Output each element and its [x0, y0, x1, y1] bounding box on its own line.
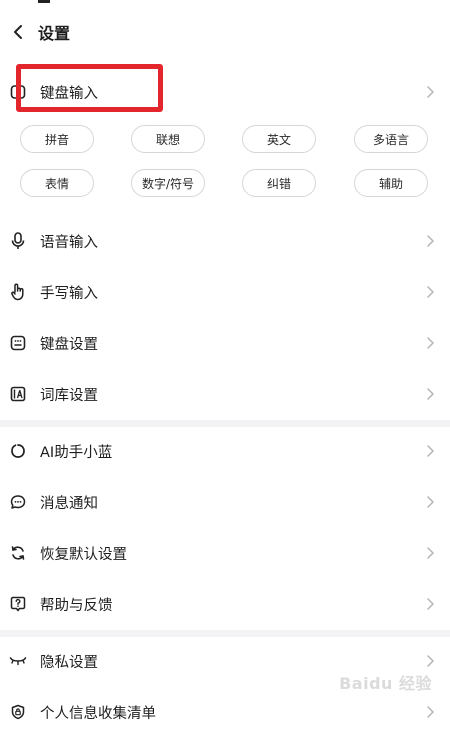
status-bar-fragment — [38, 0, 50, 3]
chevron-right-icon — [425, 286, 435, 298]
chip-pinyin[interactable]: 拼音 — [20, 125, 94, 153]
chip-association[interactable]: 联想 — [131, 125, 205, 153]
chevron-right-icon — [425, 598, 435, 610]
reset-icon — [9, 544, 27, 562]
microphone-icon — [9, 232, 27, 250]
personal-info-list-row[interactable]: 个人信息收集清单 — [0, 687, 450, 737]
header: 设置 — [0, 12, 450, 52]
chip-emoji[interactable]: 表情 — [20, 169, 94, 197]
message-icon — [9, 493, 27, 511]
personal-info-list-label: 个人信息收集清单 — [40, 705, 156, 722]
page-title: 设置 — [38, 24, 71, 43]
highlight-box — [16, 64, 163, 112]
chevron-left-icon — [12, 24, 24, 40]
voice-input-label: 语音输入 — [40, 234, 98, 251]
keyboard-settings-row[interactable]: 键盘设置 — [0, 318, 450, 368]
message-notification-row[interactable]: 消息通知 — [0, 477, 450, 527]
message-notification-label: 消息通知 — [40, 495, 98, 512]
dictionary-settings-row[interactable]: 词库设置 — [0, 369, 450, 419]
chevron-right-icon — [425, 235, 435, 247]
chip-multilanguage[interactable]: 多语言 — [354, 125, 428, 153]
help-feedback-label: 帮助与反馈 — [40, 597, 113, 614]
chevron-right-icon — [425, 547, 435, 559]
hand-pointer-icon — [9, 283, 27, 301]
chevron-right-icon — [425, 86, 435, 98]
ai-assistant-label: AI助手小蓝 — [40, 444, 113, 461]
privacy-settings-label: 隐私设置 — [40, 654, 98, 671]
chip-numbers-symbols[interactable]: 数字/符号 — [131, 169, 205, 197]
dictionary-settings-label: 词库设置 — [40, 387, 98, 404]
chevron-right-icon — [425, 445, 435, 457]
chip-english[interactable]: 英文 — [242, 125, 316, 153]
chevron-right-icon — [425, 655, 435, 667]
help-feedback-row[interactable]: 帮助与反馈 — [0, 579, 450, 629]
chevron-right-icon — [425, 706, 435, 718]
help-icon — [9, 595, 27, 613]
restore-defaults-label: 恢复默认设置 — [40, 546, 127, 563]
chip-correction[interactable]: 纠错 — [242, 169, 316, 197]
watermark: Baidu 经验 — [339, 674, 432, 693]
ai-assistant-row[interactable]: AI助手小蓝 — [0, 426, 450, 476]
chevron-right-icon — [425, 337, 435, 349]
dictionary-icon — [9, 385, 27, 403]
handwriting-input-row[interactable]: 手写输入 — [0, 267, 450, 317]
restore-defaults-row[interactable]: 恢复默认设置 — [0, 528, 450, 578]
chevron-right-icon — [425, 388, 435, 400]
back-button[interactable] — [0, 12, 36, 52]
privacy-lock-icon — [9, 703, 27, 721]
chevron-right-icon — [425, 496, 435, 508]
chip-assist[interactable]: 辅助 — [354, 169, 428, 197]
handwriting-input-label: 手写输入 — [40, 285, 98, 302]
voice-input-row[interactable]: 语音输入 — [0, 216, 450, 266]
keyboard-settings-label: 键盘设置 — [40, 336, 98, 353]
ai-assistant-icon — [9, 442, 27, 460]
keyboard-settings-icon — [9, 334, 27, 352]
eye-closed-icon — [9, 652, 27, 670]
